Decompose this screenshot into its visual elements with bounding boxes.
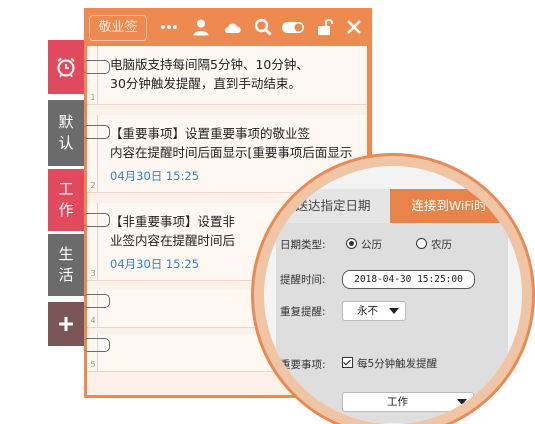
paperclip-icon [83,213,110,227]
title-bar: 敬业签 [84,8,372,46]
sidebar-tab-char: 认 [58,134,74,152]
magnified-settings-panel: 送达指定日期 连接到WiFi时 日期类型: 公历 农历 提醒时间: 2018-0… [264,166,522,424]
checkbox-checked-icon [342,357,353,368]
category-label: 分类: [280,397,305,409]
paperclip-icon [83,125,110,139]
sidebar-tab-char: 工 [58,180,74,198]
radio-solar-calendar[interactable]: 公历 [346,237,382,252]
sidebar-tab-work[interactable]: 工 作 [48,169,84,231]
paperclip-icon [83,294,110,308]
more-icon[interactable] [159,17,179,37]
sidebar-tab-char: 活 [58,266,74,284]
tab-wifi-connect[interactable]: 连接到WiFi时 [390,189,508,223]
note-number: 3 [90,269,96,278]
remind-time-label: 提醒时间: [280,274,326,286]
search-icon[interactable] [253,17,273,37]
sidebar-tab-char: 作 [58,201,74,219]
note-date: 04月30日 15:25 [110,169,200,183]
remind-time-input[interactable]: 2018-04-30 15:25:00 [342,270,475,289]
note-number: 4 [90,316,96,325]
sidebar-tab-default[interactable]: 默 认 [48,100,84,166]
chevron-down-icon [389,308,399,314]
plus-icon [59,317,73,331]
sidebar-tab-reminders[interactable] [48,40,84,94]
chevron-down-icon [457,399,467,405]
alarm-clock-icon [57,57,75,78]
note-text: 电脑版支持每间隔5分钟、10分钟、 30分钟触发提醒，直到手动结束。 [110,57,309,91]
toggle-icon[interactable] [281,17,305,37]
category-select[interactable]: 工作 [342,392,474,412]
important-label: 重要事项: [280,359,326,371]
list-item[interactable]: 1 电脑版支持每间隔5分钟、10分钟、 30分钟触发提醒，直到手动结束。 [83,46,367,105]
category-select-value: 工作 [387,396,408,408]
note-text: 【重要事项】设置重要事项的敬业签 内容在提醒时间后面显示[重要事项后面显示[重要… [110,126,353,160]
paperclip-icon [83,60,110,74]
sidebar-add-button[interactable] [48,302,84,346]
close-icon[interactable] [344,17,364,37]
repeat-select-value: 永不 [357,305,378,317]
radio-label: 农历 [431,239,452,251]
radio-lunar-calendar[interactable]: 农历 [416,237,452,252]
repeat-label: 重复提醒: [280,306,326,318]
radio-label: 公历 [361,239,382,251]
reminder-form: 日期类型: 公历 农历 提醒时间: 2018-04-30 15:25:00 重复… [276,223,508,423]
sidebar-tab-char: 默 [58,113,74,131]
repeat-select[interactable]: 永不 [342,301,406,321]
paperclip-icon [83,338,110,352]
note-number: 1 [90,93,96,102]
radio-checked-icon [346,238,357,249]
checkbox-label: 每5分钟触发提醒 [357,358,438,370]
tab-specified-date[interactable]: 送达指定日期 [276,189,390,223]
date-type-label: 日期类型: [280,239,326,251]
user-icon[interactable] [191,17,211,37]
note-number: 5 [90,360,96,369]
app-title: 敬业签 [89,15,147,41]
important-checkbox[interactable]: 每5分钟触发提醒 [342,356,437,371]
sidebar-tab-char: 生 [58,245,74,263]
note-number: 2 [90,181,96,190]
cloud-icon[interactable] [223,17,243,37]
unlock-icon[interactable] [315,17,335,37]
radio-unchecked-icon [416,238,427,249]
note-date: 04月30日 15:25 [110,257,200,271]
sidebar-tab-life[interactable]: 生 活 [48,234,84,296]
reminder-tabs: 送达指定日期 连接到WiFi时 [276,189,508,223]
